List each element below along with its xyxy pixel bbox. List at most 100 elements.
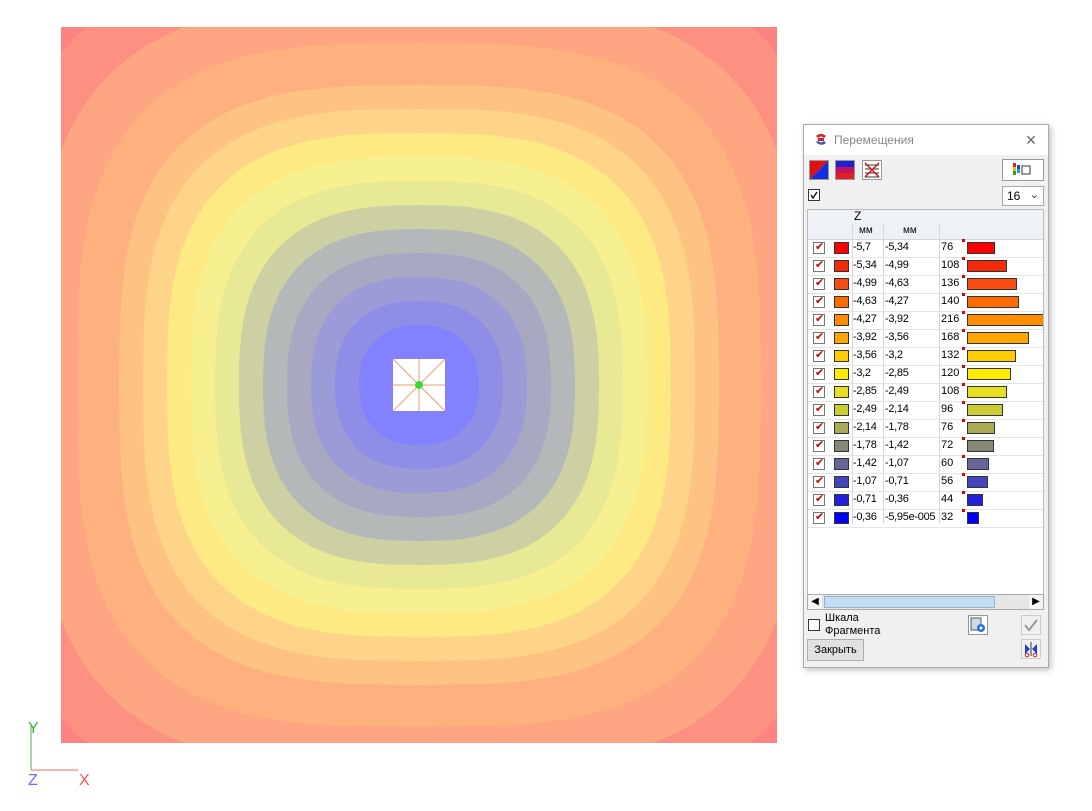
range-from: -4,63	[853, 295, 877, 307]
element-count: 108	[941, 259, 960, 271]
color-bands-icon[interactable]	[835, 160, 855, 180]
marker-dot	[962, 491, 965, 494]
dialog-title: Перемещения	[834, 133, 914, 147]
marker-dot	[962, 347, 965, 350]
color-swatch[interactable]	[834, 494, 849, 506]
range-to: -1,78	[885, 421, 909, 433]
legend-row[interactable]: -5,34 -4,99 108	[808, 257, 1043, 276]
scroll-left-icon[interactable]: ◀	[808, 595, 822, 609]
range-from: -3,92	[853, 331, 877, 343]
row-visible-checkbox[interactable]	[813, 312, 825, 326]
element-count: 216	[941, 313, 960, 325]
legend-settings-icon[interactable]	[1002, 159, 1044, 181]
legend-row[interactable]: -3,2 -2,85 120	[808, 365, 1043, 384]
color-swatch[interactable]	[834, 314, 849, 326]
axis-x-label: X	[79, 772, 90, 789]
show-checkbox[interactable]	[808, 189, 820, 201]
legend-row[interactable]: -4,27 -3,92 216	[808, 311, 1043, 330]
color-swatch[interactable]	[834, 422, 849, 434]
legend-row[interactable]: -5,7 -5,34 76	[808, 239, 1043, 258]
row-visible-checkbox[interactable]	[813, 474, 825, 488]
color-swatch[interactable]	[834, 332, 849, 344]
marker-dot	[962, 509, 965, 512]
row-visible-checkbox[interactable]	[813, 456, 825, 470]
color-swatch[interactable]	[834, 278, 849, 290]
color-swatch[interactable]	[834, 350, 849, 362]
legend-row[interactable]: -2,85 -2,49 108	[808, 383, 1043, 402]
scroll-thumb[interactable]	[824, 596, 995, 608]
legend-row[interactable]: -2,14 -1,78 76	[808, 419, 1043, 438]
color-swatch[interactable]	[834, 368, 849, 380]
row-visible-checkbox[interactable]	[813, 240, 825, 254]
legend-row[interactable]: -4,63 -4,27 140	[808, 293, 1043, 312]
range-from: -1,78	[853, 439, 877, 451]
legend-row[interactable]: -1,07 -0,71 56	[808, 473, 1043, 492]
row-visible-checkbox[interactable]	[813, 492, 825, 506]
row-visible-checkbox[interactable]	[813, 366, 825, 380]
unit-to-label: мм	[903, 225, 917, 236]
marker-dot	[962, 329, 965, 332]
legend-row[interactable]: -3,92 -3,56 168	[808, 329, 1043, 348]
element-count: 132	[941, 349, 960, 361]
color-swatch[interactable]	[834, 512, 849, 524]
levels-count-select[interactable]: 16 ⌄	[1002, 186, 1044, 206]
range-from: -1,07	[853, 475, 877, 487]
close-icon[interactable]: ×	[1020, 130, 1042, 150]
color-swatch[interactable]	[834, 476, 849, 488]
center-node	[415, 381, 423, 389]
row-visible-checkbox[interactable]	[813, 276, 825, 290]
count-bar	[967, 368, 1011, 380]
range-to: -5,95e-005	[885, 511, 936, 523]
count-bar	[967, 386, 1007, 398]
color-swatch[interactable]	[834, 458, 849, 470]
legend-row[interactable]: -2,49 -2,14 96	[808, 401, 1043, 420]
row-visible-checkbox[interactable]	[813, 402, 825, 416]
range-from: -2,49	[853, 403, 877, 415]
legend-row[interactable]: -0,36 -5,95e-005 32	[808, 509, 1043, 528]
row-visible-checkbox[interactable]	[813, 348, 825, 362]
element-count: 56	[941, 475, 954, 487]
apply-check-icon[interactable]	[1021, 615, 1041, 635]
row-visible-checkbox[interactable]	[813, 438, 825, 452]
horizontal-scrollbar[interactable]: ◀ ▶	[807, 594, 1044, 610]
legend-row[interactable]: -1,42 -1,07 60	[808, 455, 1043, 474]
fragment-label: Фрагмента	[825, 625, 881, 637]
range-from: -4,99	[853, 277, 877, 289]
color-swatch[interactable]	[834, 242, 849, 254]
fragment-scale-checkbox[interactable]	[808, 619, 820, 631]
row-visible-checkbox[interactable]	[813, 384, 825, 398]
color-swatch[interactable]	[834, 440, 849, 452]
color-swatch[interactable]	[834, 260, 849, 272]
row-visible-checkbox[interactable]	[813, 510, 825, 524]
range-from: -2,85	[853, 385, 877, 397]
legend-row[interactable]: -3,56 -3,2 132	[808, 347, 1043, 366]
color-swatch[interactable]	[834, 404, 849, 416]
color-fill-icon[interactable]	[809, 160, 829, 180]
color-swatch[interactable]	[834, 296, 849, 308]
scroll-right-icon[interactable]: ▶	[1029, 595, 1043, 609]
range-to: -0,71	[885, 475, 909, 487]
row-visible-checkbox[interactable]	[813, 330, 825, 344]
range-to: -2,85	[885, 367, 909, 379]
count-bar	[967, 440, 994, 452]
count-bar	[967, 494, 983, 506]
range-from: -0,36	[853, 511, 877, 523]
count-bar	[967, 512, 979, 524]
color-swatch[interactable]	[834, 386, 849, 398]
legend-row[interactable]: -4,99 -4,63 136	[808, 275, 1043, 294]
count-bar	[967, 278, 1017, 290]
center-element	[392, 358, 446, 412]
cut-scale-icon[interactable]	[1021, 639, 1041, 659]
legend-row[interactable]: -0,71 -0,36 44	[808, 491, 1043, 510]
row-visible-checkbox[interactable]	[813, 294, 825, 308]
range-from: -1,42	[853, 457, 877, 469]
row-visible-checkbox[interactable]	[813, 258, 825, 272]
count-bar	[967, 260, 1007, 272]
dialog-titlebar[interactable]: Перемещения ×	[804, 125, 1048, 155]
legend-row[interactable]: -1,78 -1,42 72	[808, 437, 1043, 456]
close-button[interactable]: Закрыть	[807, 639, 864, 661]
range-to: -2,49	[885, 385, 909, 397]
row-visible-checkbox[interactable]	[813, 420, 825, 434]
fragment-settings-icon[interactable]	[968, 615, 988, 635]
hatch-icon[interactable]	[862, 160, 882, 180]
